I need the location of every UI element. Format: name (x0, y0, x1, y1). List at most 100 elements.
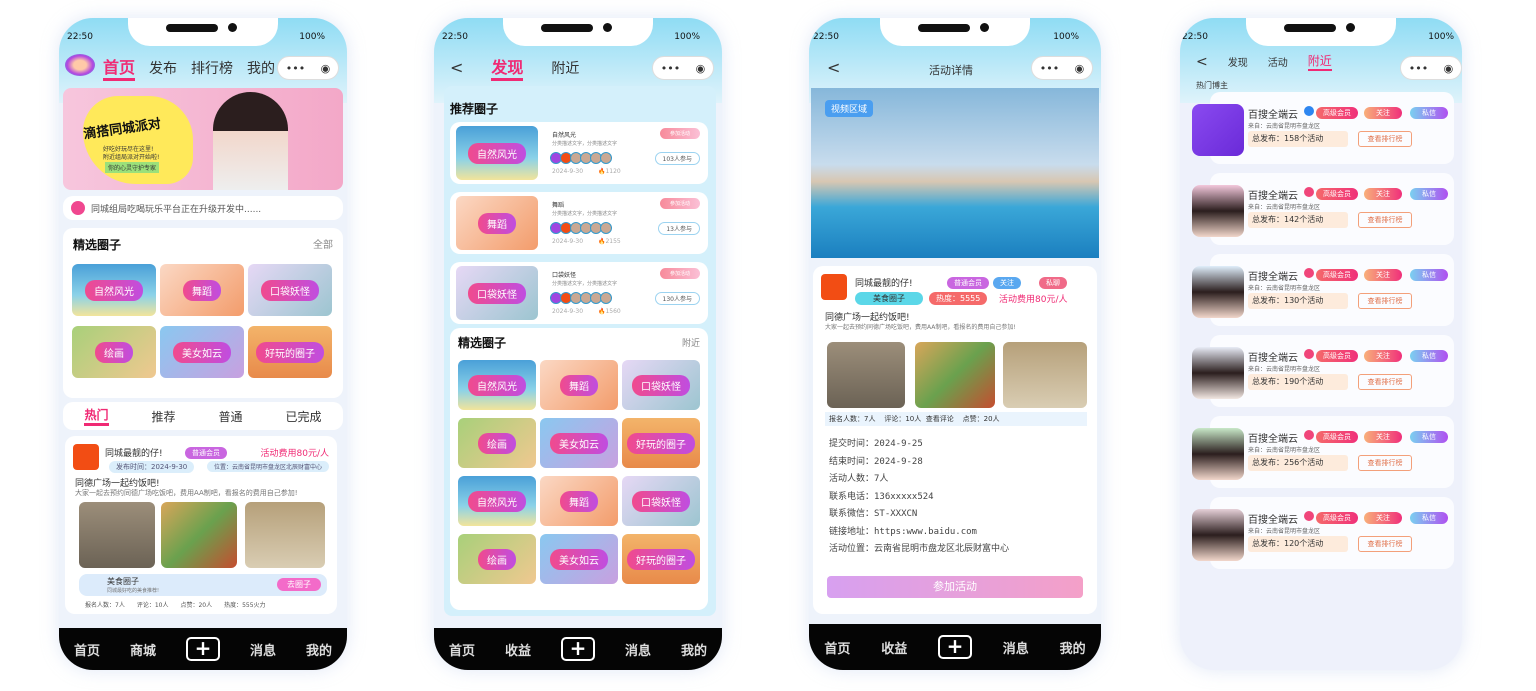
blogger-avatar[interactable] (1192, 347, 1244, 399)
more-icon[interactable]: ••• (1409, 62, 1428, 75)
notice-bar[interactable]: 同城组局吃喝玩乐平台正在升级开发中...... (63, 196, 343, 220)
circle-tile[interactable]: 绘画 (72, 326, 156, 378)
join-activity-button[interactable]: 参加活动 (659, 198, 700, 209)
circle-tile[interactable]: 自然风光 (458, 476, 536, 526)
circle-tile[interactable]: 口袋妖怪 (248, 264, 332, 316)
message-button[interactable]: 私信 (1410, 107, 1448, 119)
back-icon[interactable]: < (827, 58, 840, 77)
follow-button[interactable]: 关注 (1364, 512, 1402, 524)
tab-publish[interactable]: 发布 (149, 58, 177, 78)
post-image[interactable] (915, 342, 995, 408)
message-button[interactable]: 私信 (1410, 188, 1448, 200)
view-ranking-button[interactable]: 查看排行榜 (1358, 536, 1412, 552)
nearby-link[interactable]: 附近 (682, 336, 700, 349)
tab-hot[interactable]: 热门 (84, 406, 109, 426)
blogger-avatar[interactable] (1192, 509, 1244, 561)
circle-link[interactable]: 美食圈子 同城最好吃的美食推荐! 去圈子 (79, 574, 327, 596)
circle-tile[interactable]: 口袋妖怪 (622, 360, 700, 410)
bottom-tab-mall[interactable]: 商城 (130, 640, 156, 659)
close-target-icon[interactable]: ◉ (696, 62, 706, 75)
bottom-tab-mine[interactable]: 我的 (1060, 638, 1086, 657)
bottom-tab-home[interactable]: 首页 (824, 638, 850, 657)
tab-normal[interactable]: 普通 (218, 408, 242, 425)
recommended-circle[interactable]: 口袋妖怪 口袋妖怪 分类描述文字，分类描述文字 2024-9-30 🔥1560 … (450, 262, 708, 324)
mini-program-capsule[interactable]: ••• ◉ (1400, 56, 1462, 80)
blogger-avatar[interactable] (1192, 428, 1244, 480)
follow-button[interactable]: 关注 (993, 277, 1021, 289)
circle-tile[interactable]: 自然风光 (72, 264, 156, 316)
post-card[interactable]: 同城最靓的仔! 普通会员 活动费用80元/人 发布时间：2024-9-30 位置… (65, 436, 337, 614)
mini-program-capsule[interactable]: ••• ◉ (652, 56, 714, 80)
tab-discover[interactable]: 发现 (491, 54, 524, 81)
tab-activity[interactable]: 活动 (1268, 54, 1288, 69)
banner[interactable]: 滴搭同城派对 好吃好玩尽在这里! 附近组局派对开始啦! 你的心灵守护专家 (63, 88, 343, 190)
circle-tile[interactable]: 好玩的圈子 (622, 534, 700, 584)
go-circle-button[interactable]: 去圈子 (277, 578, 321, 591)
message-button[interactable]: 私信 (1410, 350, 1448, 362)
recommended-circle[interactable]: 自然风光 自然风光 分类描述文字，分类描述文字 2024-9-30 🔥1120 … (450, 122, 708, 184)
post-image[interactable] (1003, 342, 1087, 408)
add-button[interactable]: + (185, 637, 220, 661)
bottom-tab-earnings[interactable]: 收益 (505, 640, 531, 659)
follow-button[interactable]: 关注 (1364, 431, 1402, 443)
more-icon[interactable]: ••• (661, 62, 680, 75)
tab-nearby[interactable]: 附近 (1307, 52, 1332, 71)
join-activity-button[interactable]: 参加活动 (827, 576, 1083, 598)
bottom-tab-mine[interactable]: 我的 (681, 640, 707, 659)
tab-recommend[interactable]: 推荐 (151, 408, 175, 425)
follow-button[interactable]: 关注 (1364, 350, 1402, 362)
post-image[interactable] (827, 342, 905, 408)
circle-tile[interactable]: 绘画 (458, 534, 536, 584)
close-target-icon[interactable]: ◉ (1444, 62, 1454, 75)
circle-tile[interactable]: 美女如云 (160, 326, 244, 378)
tab-nearby[interactable]: 附近 (551, 58, 579, 78)
add-button[interactable]: + (937, 635, 972, 659)
blogger-avatar[interactable] (1192, 185, 1244, 237)
follow-button[interactable]: 关注 (1364, 188, 1402, 200)
view-ranking-button[interactable]: 查看排行榜 (1358, 131, 1412, 147)
view-ranking-button[interactable]: 查看排行榜 (1358, 374, 1412, 390)
view-ranking-button[interactable]: 查看排行榜 (1358, 293, 1412, 309)
circle-tile[interactable]: 好玩的圈子 (248, 326, 332, 378)
blogger-avatar[interactable] (1192, 104, 1244, 156)
tab-discover[interactable]: 发现 (1228, 54, 1248, 69)
circle-tile[interactable]: 舞蹈 (540, 476, 618, 526)
circle-tile[interactable]: 自然风光 (458, 360, 536, 410)
view-ranking-button[interactable]: 查看排行榜 (1358, 455, 1412, 471)
blogger-avatar[interactable] (1192, 266, 1244, 318)
add-button[interactable]: + (560, 637, 595, 661)
video-area[interactable]: 视频区域 (811, 88, 1099, 258)
bottom-tab-home[interactable]: 首页 (74, 640, 100, 659)
bottom-tab-messages[interactable]: 消息 (250, 640, 276, 659)
post-image[interactable] (79, 502, 155, 568)
tab-ranking[interactable]: 排行榜 (191, 58, 233, 78)
follow-button[interactable]: 关注 (1364, 107, 1402, 119)
post-image[interactable] (161, 502, 237, 568)
mini-program-capsule[interactable]: ••• ◉ (277, 56, 339, 80)
close-target-icon[interactable]: ◉ (321, 62, 331, 75)
circle-tile[interactable]: 舞蹈 (160, 264, 244, 316)
chat-button[interactable]: 私聊 (1039, 277, 1067, 289)
circle-tile[interactable]: 美女如云 (540, 534, 618, 584)
bottom-tab-messages[interactable]: 消息 (1003, 638, 1029, 657)
join-activity-button[interactable]: 参加活动 (659, 128, 700, 139)
tab-home[interactable]: 首页 (103, 54, 136, 81)
message-button[interactable]: 私信 (1410, 269, 1448, 281)
back-icon[interactable]: < (1196, 54, 1208, 70)
more-icon[interactable]: ••• (1040, 62, 1059, 75)
bottom-tab-mine[interactable]: 我的 (306, 640, 332, 659)
message-button[interactable]: 私信 (1410, 431, 1448, 443)
view-ranking-button[interactable]: 查看排行榜 (1358, 212, 1412, 228)
circle-tile[interactable]: 绘画 (458, 418, 536, 468)
close-target-icon[interactable]: ◉ (1075, 62, 1085, 75)
join-activity-button[interactable]: 参加活动 (659, 268, 700, 279)
circle-tile[interactable]: 美女如云 (540, 418, 618, 468)
circle-tile[interactable]: 舞蹈 (540, 360, 618, 410)
back-icon[interactable]: < (450, 58, 463, 77)
bottom-tab-home[interactable]: 首页 (449, 640, 475, 659)
circle-badge[interactable]: 美食圈子 (855, 292, 923, 305)
post-image[interactable] (245, 502, 325, 568)
bottom-tab-messages[interactable]: 消息 (625, 640, 651, 659)
tab-mine[interactable]: 我的 (247, 58, 275, 78)
bottom-tab-earnings[interactable]: 收益 (881, 638, 907, 657)
